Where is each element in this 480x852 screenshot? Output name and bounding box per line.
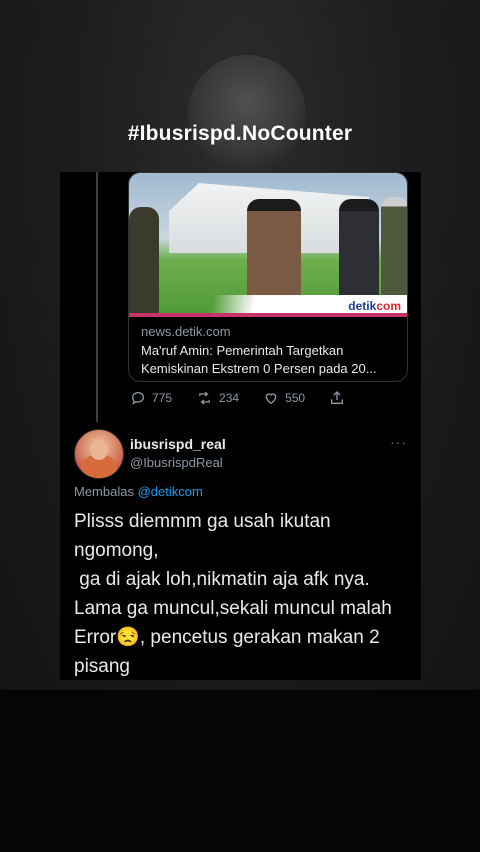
user-handle[interactable]: @IbusrispdReal [130,455,223,470]
link-preview-text: news.detik.com Ma'ruf Amin: Pemerintah T… [141,324,401,378]
like-button[interactable]: 550 [263,390,305,406]
link-domain: news.detik.com [141,324,231,339]
heart-icon [265,393,277,405]
accent-bar [129,313,407,317]
like-count: 550 [285,391,306,405]
reply-button[interactable]: 775 [130,390,172,406]
detikcom-logo: detikcom [348,299,401,313]
more-options-icon[interactable]: ··· [390,434,407,450]
replying-prefix: Membalas [74,484,134,499]
link-title-line1: Ma'ruf Amin: Pemerintah Targetkan [141,343,344,358]
blurred-figure [188,55,306,173]
display-name[interactable]: ibusrispd_real [130,436,226,452]
mention-link[interactable]: @detikcom [138,484,203,499]
share-icon [331,391,344,404]
hashtag-caption: #Ibusrispd.NoCounter [127,122,353,145]
avatar[interactable] [74,429,124,479]
thread-connector-line [96,172,98,422]
share-button[interactable] [329,390,345,406]
reply-icon [131,391,145,405]
news-photo: detikcom [129,173,407,317]
reply-count: 775 [152,391,173,405]
link-preview-card[interactable]: detikcom news.detik.com Ma'ruf Amin: Pem… [128,172,408,382]
tweet-action-bar: 775 234 550 [130,388,370,408]
link-title-line2: Kemiskinan Ekstrem 0 Persen pada 20... [141,361,377,376]
retweet-button[interactable]: 234 [196,390,239,406]
retweet-count: 234 [219,391,240,405]
replying-to-line: Membalas @detikcom [74,484,203,499]
tweet-text: Plisss diemmm ga usah ikutan ngomong, ga… [74,511,392,677]
retweet-icon [199,391,210,405]
avatar-face [90,440,108,460]
tweet-screenshot: detikcom news.detik.com Ma'ruf Amin: Pem… [60,172,421,680]
link-title: Ma'ruf Amin: Pemerintah Targetkan Kemisk… [141,342,401,378]
bottom-band [0,690,480,852]
